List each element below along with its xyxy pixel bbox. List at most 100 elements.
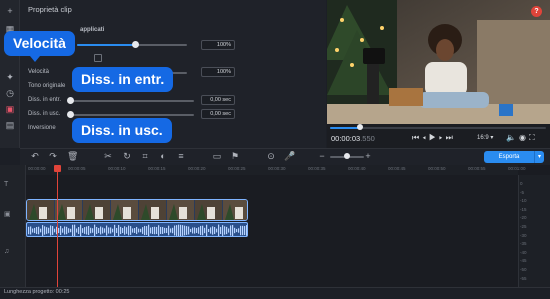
clip-thumbnail <box>139 200 166 220</box>
waveform-bar <box>102 227 104 234</box>
fade-in-callout: Diss. in entr. <box>72 67 174 92</box>
waveform-bar <box>148 224 150 236</box>
split-icon[interactable]: ✂ <box>103 151 113 161</box>
volume-icon[interactable]: 🔈 <box>506 133 519 142</box>
waveform-bar <box>62 228 64 233</box>
zoom-slider-knob[interactable] <box>344 153 350 159</box>
ruler-tick: 00:00:15 <box>148 166 166 171</box>
grid-icon[interactable]: ▤ <box>5 120 15 130</box>
waveform-bar <box>178 224 180 236</box>
meter-label: -55 <box>520 275 527 281</box>
redo-icon[interactable]: ↷ <box>48 151 58 161</box>
waveform-bar <box>168 225 170 236</box>
export-button[interactable]: Esporta <box>484 151 534 163</box>
clip-thumbnail <box>195 200 222 220</box>
transition-icon[interactable]: ⊙ <box>266 151 276 161</box>
waveform-bar <box>100 226 102 235</box>
waveform-bar <box>114 224 116 236</box>
waveform-bar <box>104 228 106 233</box>
preview-progress-knob[interactable] <box>357 124 363 130</box>
settings-icon[interactable]: ≡ <box>176 151 186 161</box>
flag-icon[interactable]: ⚑ <box>230 151 240 161</box>
waveform-bar <box>132 228 134 233</box>
delete-icon[interactable]: 🗑 <box>67 151 78 161</box>
reverse-label: Inversione <box>28 125 56 131</box>
waveform-bar <box>160 226 162 235</box>
clock-icon[interactable]: ◷ <box>5 88 15 98</box>
speed-callout-pointer <box>30 56 40 62</box>
export-dropdown-icon[interactable]: ▾ <box>534 151 544 163</box>
meter-label: -15 <box>520 206 527 212</box>
color-icon[interactable]: ◐ <box>158 151 168 161</box>
fade-in-slider-knob[interactable] <box>67 97 74 104</box>
waveform-bar <box>204 227 206 234</box>
waveform-bar <box>188 226 190 235</box>
waveform-bar <box>80 224 82 236</box>
waveform-bar <box>126 227 128 234</box>
waveform-bar <box>60 225 62 236</box>
waveform-bar <box>84 227 86 234</box>
waveform-bar <box>176 225 178 236</box>
waveform-bar <box>170 228 172 233</box>
preview-progress-fill <box>330 127 360 129</box>
meter-label: -35 <box>520 241 527 247</box>
waveform-bar <box>146 226 148 235</box>
waveform-bar <box>44 226 46 235</box>
ruler-tick: 00:00:25 <box>228 166 246 171</box>
speed-top-value[interactable]: 100% <box>201 40 235 50</box>
waveform-bar <box>172 227 174 234</box>
zoom-out-icon[interactable]: − <box>317 151 327 161</box>
skip-back-icon[interactable]: ⏮ <box>412 133 422 142</box>
audio-clip[interactable] <box>26 222 248 237</box>
fade-out-slider-track[interactable] <box>70 114 194 116</box>
waveform-bar <box>214 227 216 234</box>
video-frame-image <box>327 0 550 124</box>
gift-icon[interactable]: ▣ <box>5 104 15 114</box>
snapshot-icon[interactable]: ◉ <box>519 133 529 142</box>
playhead[interactable] <box>57 166 58 287</box>
waveform-bar <box>154 226 156 235</box>
speed-value[interactable]: 100% <box>201 67 235 77</box>
step-back-icon[interactable]: ◂ <box>422 133 429 142</box>
waveform-bar <box>86 226 88 235</box>
waveform-bar <box>74 224 76 236</box>
rotate-icon[interactable]: ↻ <box>122 151 132 161</box>
zoom-in-icon[interactable]: + <box>363 151 373 161</box>
play-icon[interactable]: ▶ <box>429 133 439 142</box>
panel-title: Proprietà clip <box>28 5 72 14</box>
fullscreen-icon[interactable]: ⛶ <box>529 133 538 142</box>
clip-thumbnail <box>27 200 54 220</box>
aspect-ratio-dropdown[interactable]: 16:9 ▾ <box>477 134 493 141</box>
waveform-bar <box>166 227 168 234</box>
waveform-bar <box>120 226 122 235</box>
fade-out-value[interactable]: 0,00 sec <box>201 109 235 119</box>
skip-forward-icon[interactable]: ⏭ <box>446 133 456 142</box>
fade-in-slider-track[interactable] <box>70 100 194 102</box>
magic-icon[interactable]: ✦ <box>5 72 15 82</box>
add-icon[interactable]: + <box>5 6 15 16</box>
clip-thumbnail <box>223 200 247 220</box>
waveform-bar <box>182 225 184 236</box>
waveform-bar <box>174 225 176 236</box>
video-clip[interactable] <box>26 199 248 221</box>
waveform-bar <box>116 227 118 234</box>
waveform-bar <box>150 227 152 234</box>
waveform-bar <box>128 225 130 236</box>
reverse-checkbox-top[interactable] <box>94 54 102 62</box>
step-forward-icon[interactable]: ▸ <box>439 133 446 142</box>
speed-callout: Velocità <box>4 31 75 56</box>
crop-icon[interactable]: ⌗ <box>140 151 150 161</box>
speed-slider-top-knob[interactable] <box>132 41 139 48</box>
undo-icon[interactable]: ↶ <box>30 151 40 161</box>
ruler-tick: 00:00:10 <box>108 166 126 171</box>
media-overlay-icon[interactable]: ▭ <box>212 151 222 161</box>
waveform-bar <box>34 227 36 234</box>
playhead-handle[interactable] <box>54 165 61 172</box>
fade-in-value[interactable]: 0,00 sec <box>201 95 235 105</box>
waveform-bar <box>38 226 40 235</box>
help-icon[interactable]: ? <box>531 6 542 17</box>
video-preview[interactable] <box>327 0 550 124</box>
project-length: Lunghezza progetto: 00:25 <box>4 289 70 295</box>
microphone-icon[interactable]: 🎤 <box>284 151 295 161</box>
fade-out-slider-knob[interactable] <box>67 111 74 118</box>
